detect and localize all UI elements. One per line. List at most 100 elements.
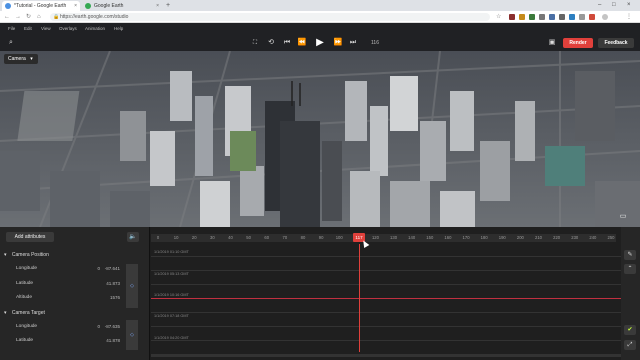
camera-label: Camera [8, 56, 26, 62]
3d-viewport[interactable] [0, 51, 640, 227]
attr-latitude: Latitude [16, 338, 34, 343]
extension-icon[interactable] [529, 14, 535, 20]
close-window-button[interactable]: × [627, 0, 631, 11]
close-tab-icon[interactable]: × [74, 1, 77, 11]
extension-icon[interactable] [519, 14, 525, 20]
target-longitude-value[interactable]: -87.635 [100, 324, 120, 329]
menu-view[interactable]: View [41, 23, 51, 35]
render-button[interactable]: Render [563, 38, 593, 48]
extension-icon[interactable] [589, 14, 595, 20]
play-icon[interactable]: ▶ [313, 37, 327, 49]
ruler-tick-label: 0 [156, 235, 160, 240]
expand-icon[interactable]: ⤢ [624, 340, 636, 350]
timeline-track-divider [151, 256, 621, 257]
ruler-tick-label: 170 [462, 235, 470, 240]
home-icon[interactable]: ⌂ [37, 12, 41, 22]
keyframe-button[interactable]: ◇ [126, 264, 138, 308]
ruler-tick-label: 100 [335, 235, 343, 240]
latitude-value[interactable]: 41.873 [100, 281, 120, 286]
first-frame-icon[interactable]: ⏮ [282, 37, 292, 49]
browser-tab-studio[interactable]: *Tutorial - Google Earth Studio × [2, 1, 80, 19]
close-tab-icon[interactable]: × [156, 1, 159, 11]
collapse-icon[interactable]: ⌃ [624, 264, 636, 274]
ruler-tick-label: 30 [210, 235, 215, 240]
camera-target-group[interactable]: ▾ Camera Target [4, 310, 45, 316]
next-keyframe-icon[interactable]: ⏩ [333, 37, 343, 49]
timeline-track-divider [151, 326, 621, 327]
new-tab-button[interactable]: + [166, 0, 170, 11]
extension-icon[interactable] [569, 14, 575, 20]
track-timestamp: 1/1/2019 07:18 GMT [154, 314, 189, 318]
ruler-tick-label: 180 [480, 235, 488, 240]
track-timestamp: 1/1/2019 01:10 GMT [154, 250, 189, 254]
chevron-down-icon: ▾ [4, 252, 7, 258]
timeline-track-divider [151, 340, 621, 341]
ruler-tick-label: 220 [553, 235, 561, 240]
check-icon[interactable]: ✔ [624, 325, 636, 335]
ruler-tick-label: 200 [516, 235, 524, 240]
ruler-tick-label: 60 [264, 235, 270, 240]
image-icon[interactable]: ▣ [546, 37, 558, 49]
search-icon[interactable]: ⌕ [6, 37, 16, 49]
altitude-value[interactable]: 1576 [100, 295, 120, 300]
longitude-value[interactable]: -87.641 [100, 266, 120, 271]
menu-animation[interactable]: Animation [85, 23, 105, 35]
camera-dropdown[interactable]: Camera ▾ [4, 54, 38, 64]
playhead[interactable] [359, 244, 360, 352]
avatar[interactable] [602, 14, 608, 20]
browser-tab-earth[interactable]: Google Earth × [82, 1, 162, 11]
forward-icon[interactable]: → [15, 12, 21, 22]
tab-label: Google Earth [94, 3, 124, 9]
feedback-button[interactable]: Feedback [598, 38, 634, 48]
keyframe-button[interactable]: ◇ [126, 320, 138, 350]
timeline-ruler[interactable] [151, 234, 616, 242]
group-label: Camera Target [11, 310, 45, 316]
app-menu-bar: File Edit View Overlays Animation Help [0, 23, 640, 35]
browser-tab-strip: *Tutorial - Google Earth Studio × Google… [0, 0, 640, 19]
extension-icon[interactable] [539, 14, 545, 20]
minimize-button[interactable]: – [598, 0, 601, 11]
address-bar[interactable]: 🔒 https://earth.google.com/studio [50, 13, 490, 21]
bookmark-star-icon[interactable]: ☆ [496, 12, 501, 22]
lock-icon: 🔒 [53, 14, 60, 20]
screen-icon[interactable]: ▭ [616, 212, 630, 222]
menu-file[interactable]: File [8, 23, 15, 35]
extension-icon[interactable] [559, 14, 565, 20]
target-latitude-value[interactable]: 41.878 [100, 338, 120, 343]
ruler-tick-label: 210 [535, 235, 543, 240]
fit-screen-icon[interactable]: ⛶ [250, 37, 260, 49]
extension-icon[interactable] [509, 14, 515, 20]
edit-icon[interactable]: ✎ [624, 250, 636, 260]
maximize-button[interactable]: □ [612, 0, 616, 11]
browser-menu-icon[interactable]: ⋮ [626, 12, 632, 22]
last-frame-icon[interactable]: ⏭ [348, 37, 358, 49]
extension-icon[interactable] [579, 14, 585, 20]
timeline-track-divider [151, 284, 621, 285]
add-attributes-button[interactable]: Add attributes [6, 232, 54, 242]
ruler-tick-label: 10 [173, 235, 179, 240]
group-label: Camera Position [11, 252, 49, 258]
ruler-tick-label: 230 [571, 235, 579, 240]
timeline-scrollbar[interactable] [151, 354, 621, 357]
reload-icon[interactable]: ↻ [26, 12, 31, 22]
ruler-tick-label: 20 [191, 235, 197, 240]
menu-overlays[interactable]: Overlays [59, 23, 77, 35]
attr-prefix: 0 [97, 324, 100, 329]
back-icon[interactable]: ← [4, 12, 10, 22]
ruler-tick-label: 130 [390, 235, 398, 240]
extension-icon[interactable] [549, 14, 555, 20]
menu-edit[interactable]: Edit [24, 23, 32, 35]
menu-help[interactable]: Help [114, 23, 123, 35]
timeline-track-divider [151, 312, 621, 313]
ruler-tick-label: 120 [371, 235, 379, 240]
browser-toolbar: ← → ↻ ⌂ 🔒 https://earth.google.com/studi… [0, 11, 640, 23]
current-frame-readout: 116 [371, 40, 379, 46]
curve-line [151, 298, 621, 299]
previous-keyframe-icon[interactable]: ⏪ [297, 37, 307, 49]
loop-icon[interactable]: ⟲ [266, 37, 276, 49]
ruler-tick-label: 160 [444, 235, 452, 240]
attr-altitude: Altitude [16, 295, 32, 300]
speaker-icon[interactable]: 🔈 [127, 232, 139, 242]
ruler-tick-label: 190 [498, 235, 506, 240]
camera-position-group[interactable]: ▾ Camera Position [4, 252, 49, 258]
